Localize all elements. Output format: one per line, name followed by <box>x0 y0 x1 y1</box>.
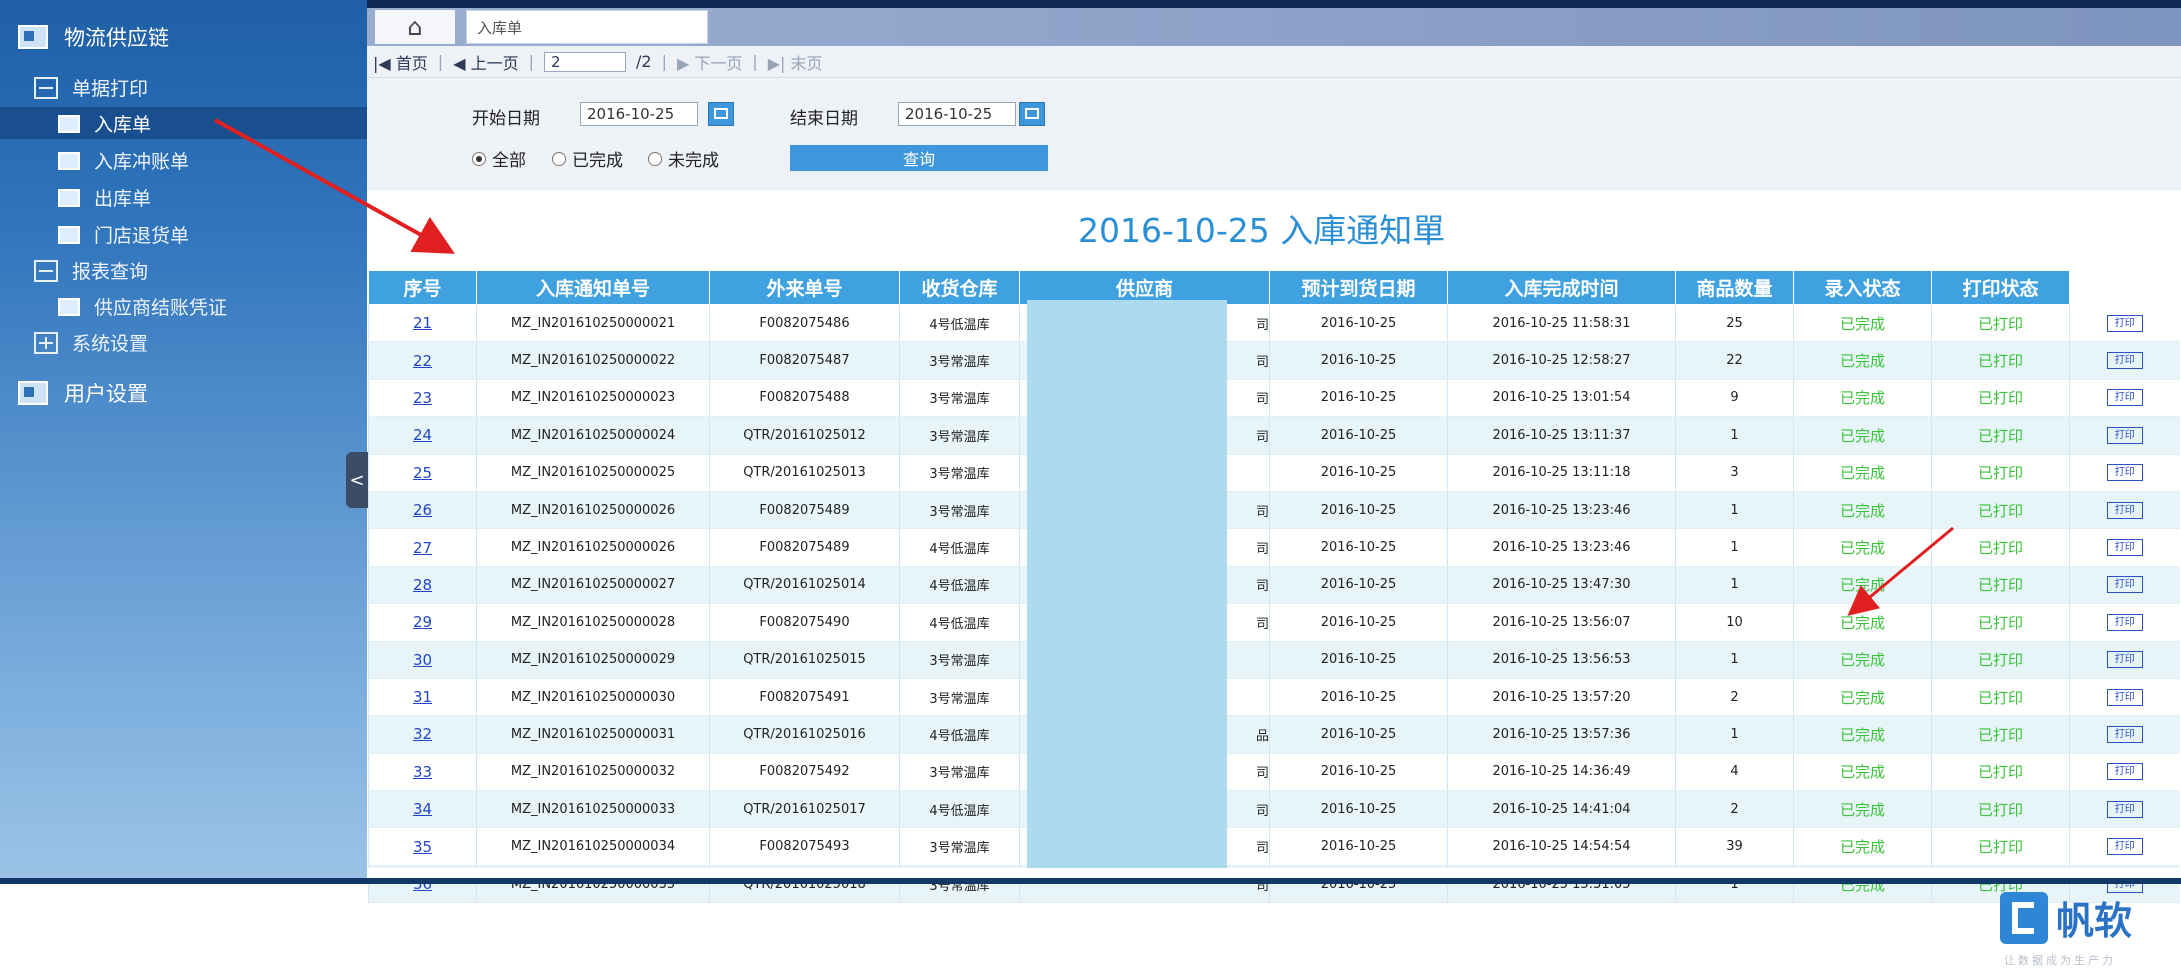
annotation-arrows <box>214 118 1954 616</box>
brand-tagline: 让数据成为生产力 <box>2004 954 2116 967</box>
brand-logo-icon <box>2000 891 2048 944</box>
brand-logo: 帆软 <box>2000 890 2132 945</box>
bottom-bar <box>0 878 2181 884</box>
brand-name: 帆软 <box>2056 899 2133 943</box>
annotation-arrow-status <box>1847 526 1954 616</box>
annotation-arrow-sidebar <box>214 118 455 254</box>
